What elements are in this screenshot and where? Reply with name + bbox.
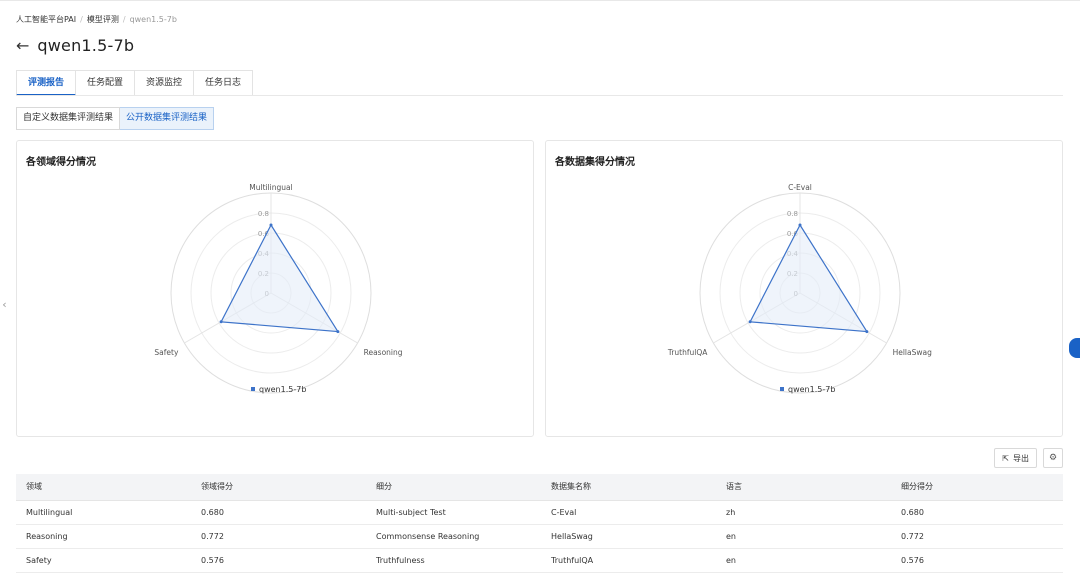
export-icon: ⇱ — [1002, 453, 1009, 463]
top-border — [0, 0, 1080, 1]
cell-sub-score: 0.680 — [891, 500, 1063, 525]
breadcrumb-separator: / — [122, 15, 126, 24]
radar-series-point — [219, 320, 223, 324]
table-toolbar: ⇱ 导出 ⚙ — [994, 448, 1063, 468]
cell-sub-score: 0.772 — [891, 524, 1063, 549]
radar-series-point — [336, 330, 340, 334]
tab-task-config[interactable]: 任务配置 — [76, 70, 136, 96]
breadcrumb-separator: / — [80, 15, 83, 24]
legend-label: qwen1.5-7b — [788, 385, 835, 394]
result-subtabs: 自定义数据集评测结果 公开数据集评测结果 — [16, 107, 215, 130]
cell-domain: Safety — [16, 548, 191, 573]
export-label: 导出 — [1013, 453, 1029, 463]
radar-series-point — [865, 330, 869, 334]
legend-swatch — [780, 387, 784, 391]
legend-label: qwen1.5-7b — [259, 385, 306, 394]
cell-subcategory: Truthfulness — [366, 548, 541, 573]
tab-task-log[interactable]: 任务日志 — [194, 70, 254, 96]
cell-domain: Multilingual — [16, 500, 191, 525]
breadcrumb-item-platform[interactable]: 人工智能平台PAI — [16, 14, 76, 25]
radar-axis-label: Reasoning — [364, 348, 403, 357]
cell-domain-score: 0.772 — [191, 524, 366, 549]
cell-subcategory: Multi-subject Test — [366, 500, 541, 525]
cell-subcategory: Commonsense Reasoning — [366, 524, 541, 549]
header-dataset-name: 数据集名称 — [541, 474, 716, 501]
chevron-left-icon[interactable]: ‹ — [0, 295, 9, 315]
header-domain-score: 领域得分 — [191, 474, 366, 501]
header-language: 语言 — [716, 474, 891, 501]
cell-dataset-name: C-Eval — [541, 500, 716, 525]
radar-ring-label: 0.8 — [258, 210, 269, 218]
cell-sub-score: 0.576 — [891, 548, 1063, 573]
radar-series-point — [748, 320, 752, 324]
table-row: Reasoning 0.772 Commonsense Reasoning He… — [16, 524, 1063, 549]
cell-dataset-name: TruthfulQA — [541, 548, 716, 573]
floating-assistant-button[interactable] — [1069, 338, 1080, 358]
subtab-custom-dataset[interactable]: 自定义数据集评测结果 — [16, 107, 121, 130]
title-row: ← qwen1.5-7b — [16, 36, 134, 55]
cell-domain-score: 0.680 — [191, 500, 366, 525]
radar-axis-label: C-Eval — [788, 183, 812, 192]
domain-radar-chart: 00.20.40.60.8MultilingualReasoningSafety… — [154, 183, 403, 394]
dataset-radar-chart: 00.20.40.60.8C-EvalHellaSwagTruthfulQAqw… — [667, 183, 933, 394]
export-button[interactable]: ⇱ 导出 — [994, 448, 1037, 468]
cell-language: en — [716, 548, 891, 573]
table-header-row: 领域 领域得分 细分 数据集名称 语言 细分得分 — [16, 474, 1063, 501]
cell-language: en — [716, 524, 891, 549]
header-sub-score: 细分得分 — [891, 474, 1063, 501]
radar-series-polygon — [749, 223, 869, 333]
breadcrumb-item-current: qwen1.5-7b — [129, 15, 177, 24]
cell-language: zh — [716, 500, 891, 525]
legend-swatch — [251, 387, 255, 391]
gear-icon: ⚙ — [1048, 453, 1058, 463]
cell-dataset-name: HellaSwag — [541, 524, 716, 549]
main-tabs: 评测报告 任务配置 资源监控 任务日志 — [16, 70, 254, 96]
tabs-divider — [16, 95, 1063, 96]
tab-report[interactable]: 评测报告 — [16, 70, 77, 96]
back-arrow-icon[interactable]: ← — [16, 37, 29, 54]
cell-domain: Reasoning — [16, 524, 191, 549]
page-title: qwen1.5-7b — [37, 36, 135, 55]
tab-resource-monitor[interactable]: 资源监控 — [135, 70, 195, 96]
radar-series-polygon — [220, 223, 340, 333]
radar-ring-label: 0.8 — [787, 210, 798, 218]
results-table: 领域 领域得分 细分 数据集名称 语言 细分得分 Multilingual 0.… — [16, 474, 1063, 573]
domain-score-panel: 各领域得分情况 00.20.40.60.8MultilingualReasoni… — [16, 140, 534, 437]
radar-axis-label: Multilingual — [249, 183, 292, 192]
cell-domain-score: 0.576 — [191, 548, 366, 573]
table-row: Safety 0.576 Truthfulness TruthfulQA en … — [16, 548, 1063, 573]
header-subcategory: 细分 — [366, 474, 541, 501]
radar-series-point — [269, 223, 273, 227]
breadcrumb: 人工智能平台PAI / 模型评测 / qwen1.5-7b — [16, 14, 177, 25]
radar-axis-label: Safety — [154, 348, 179, 357]
table-row: Multilingual 0.680 Multi-subject Test C-… — [16, 500, 1063, 525]
dataset-score-panel: 各数据集得分情况 00.20.40.60.8C-EvalHellaSwagTru… — [545, 140, 1063, 437]
breadcrumb-item-model-eval[interactable]: 模型评测 — [87, 14, 119, 25]
subtab-public-dataset[interactable]: 公开数据集评测结果 — [120, 107, 215, 130]
settings-button[interactable]: ⚙ — [1043, 448, 1063, 468]
radar-axis-label: HellaSwag — [893, 348, 933, 357]
header-domain: 领域 — [16, 474, 191, 501]
radar-axis-label: TruthfulQA — [667, 348, 708, 357]
radar-series-point — [798, 223, 802, 227]
